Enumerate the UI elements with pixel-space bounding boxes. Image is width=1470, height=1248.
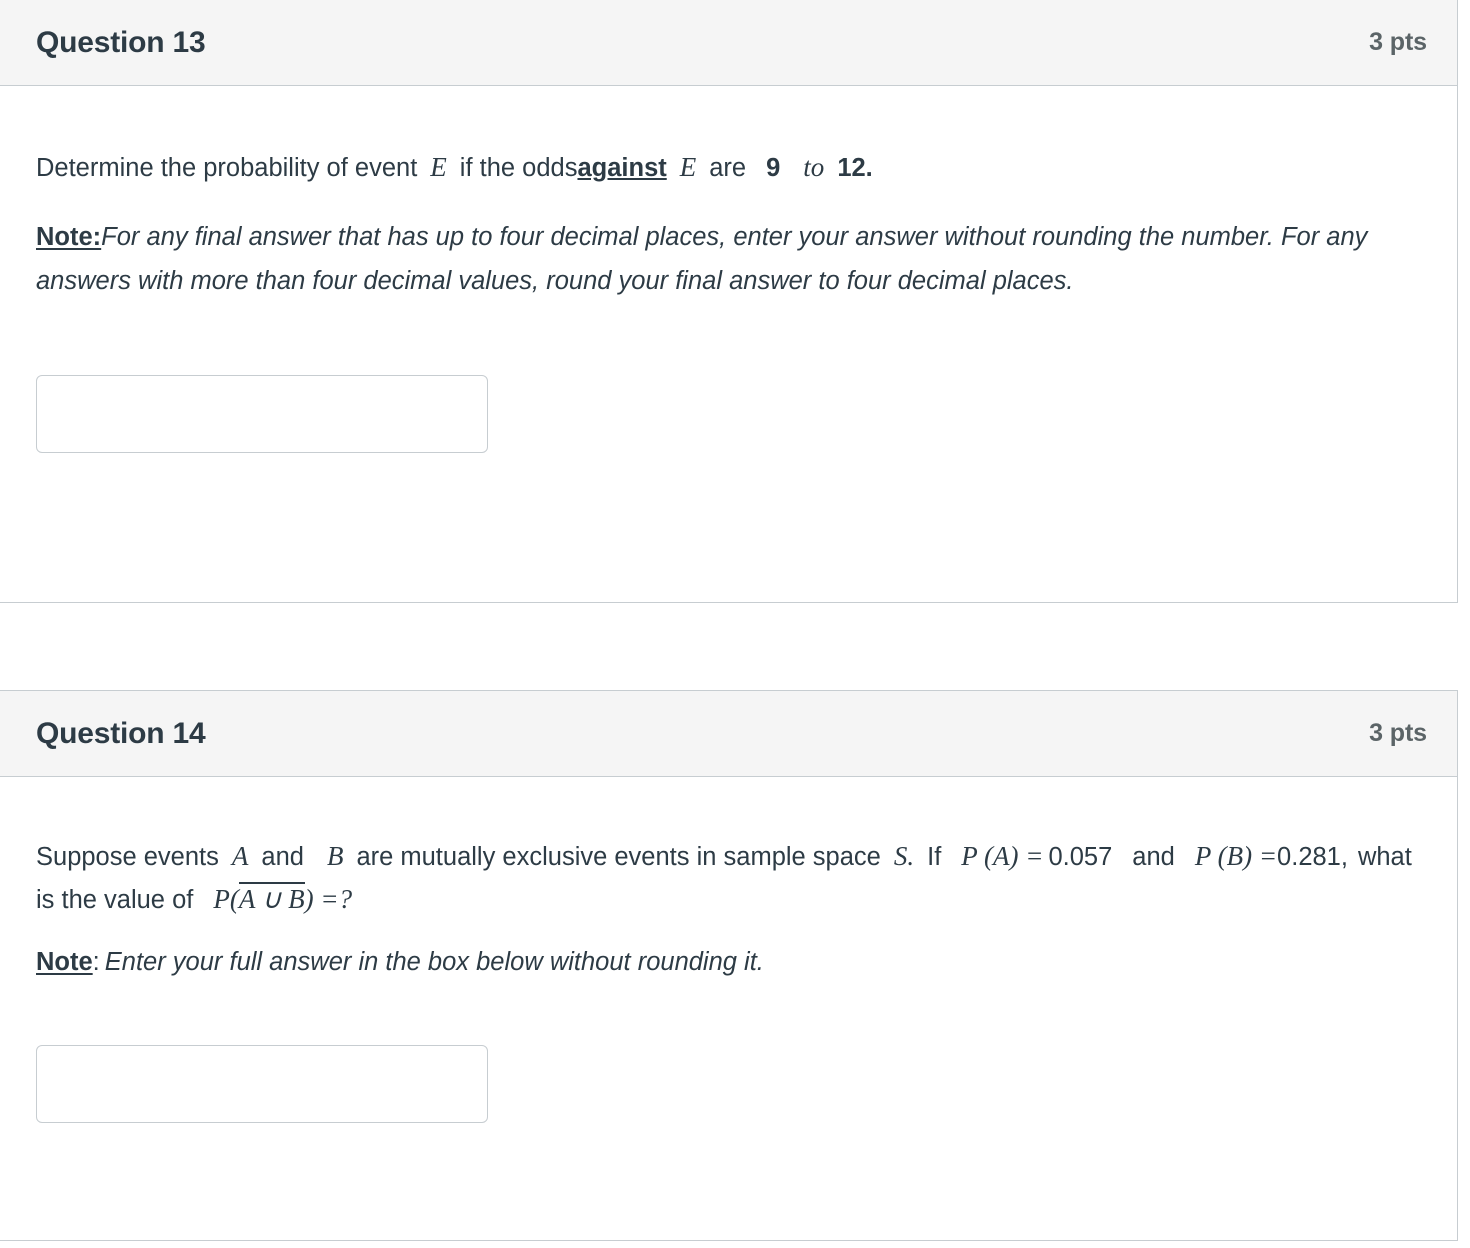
prompt-mid-14: are mutually exclusive events in sample … (356, 843, 881, 871)
question-body-14: Suppose events Aand Bare mutually exclusiv… (0, 777, 1457, 1163)
question-card-14: Question 14 3 pts Suppose events Aand Bare… (0, 690, 1458, 1241)
prompt-variable-e1: E (430, 152, 447, 182)
answer-area-14 (36, 1045, 1421, 1124)
prompt-odds-second: 12. (837, 154, 873, 182)
prompt-to-13: to (803, 152, 825, 182)
question-note-14: Note: Enter your full answer in the box b… (36, 942, 1421, 983)
question-prompt-13: Determine the probability of event Eif th… (36, 146, 1421, 190)
prompt-variable-s: S. (893, 841, 915, 871)
prompt-are-13: are (709, 154, 747, 182)
prompt-lead-13: Determine the probability of event (36, 154, 418, 182)
quiz-page: Question 13 3 pts Determine the probabil… (0, 0, 1470, 1248)
question-points-14: 3 pts (1369, 719, 1427, 747)
prompt-probability-a-value: 0.057 (1048, 843, 1113, 871)
prompt-if-14: If (927, 843, 942, 871)
prompt-probability-a: P (A) = (961, 841, 1044, 871)
prompt-variable-a: A (231, 841, 249, 871)
note-label-13: Note: (36, 222, 102, 251)
prompt-variable-b: B (326, 841, 344, 871)
question-body-13: Determine the probability of event Eif th… (0, 86, 1457, 493)
prompt-odds-first: 9 (766, 154, 781, 182)
question-header-14: Question 14 3 pts (0, 691, 1457, 777)
prompt-probability-b-value: 0.281, (1277, 843, 1348, 871)
question-prompt-14: Suppose events Aand Bare mutually exclusiv… (36, 835, 1421, 920)
expr-p-open: P( (213, 883, 239, 914)
question-note-13: Note:For any final answer that has up to… (36, 216, 1421, 304)
question-title-14: Question 14 (36, 716, 206, 750)
expr-close: ) =? (304, 883, 353, 914)
prompt-and-14: and (261, 843, 304, 871)
question-title-13: Question 13 (36, 25, 206, 59)
prompt-union-complement-expression: P(A ∪ B) =? (213, 881, 353, 914)
prompt-against-emphasis: against (577, 154, 667, 182)
answer-input-13[interactable] (36, 375, 488, 454)
note-text-14: Enter your full answer in the box below … (104, 948, 764, 977)
expr-overline-a-union-b: A ∪ B (238, 881, 305, 914)
prompt-and2-14: and (1132, 843, 1175, 871)
prompt-lead-14: Suppose events (36, 843, 219, 871)
question-header-13: Question 13 3 pts (0, 0, 1457, 86)
question-card-13: Question 13 3 pts Determine the probabil… (0, 0, 1458, 603)
note-text-13: For any final answer that has up to four… (36, 222, 1368, 295)
prompt-mid-13: if the odds (459, 154, 578, 182)
answer-input-14[interactable] (36, 1045, 488, 1124)
note-colon-14: : (92, 948, 100, 977)
question-points-13: 3 pts (1369, 28, 1427, 56)
note-label-14: Note (36, 948, 93, 977)
prompt-variable-e2: E (679, 152, 697, 182)
answer-area-13 (36, 375, 1421, 454)
prompt-probability-b: P (B) = (1194, 841, 1278, 871)
